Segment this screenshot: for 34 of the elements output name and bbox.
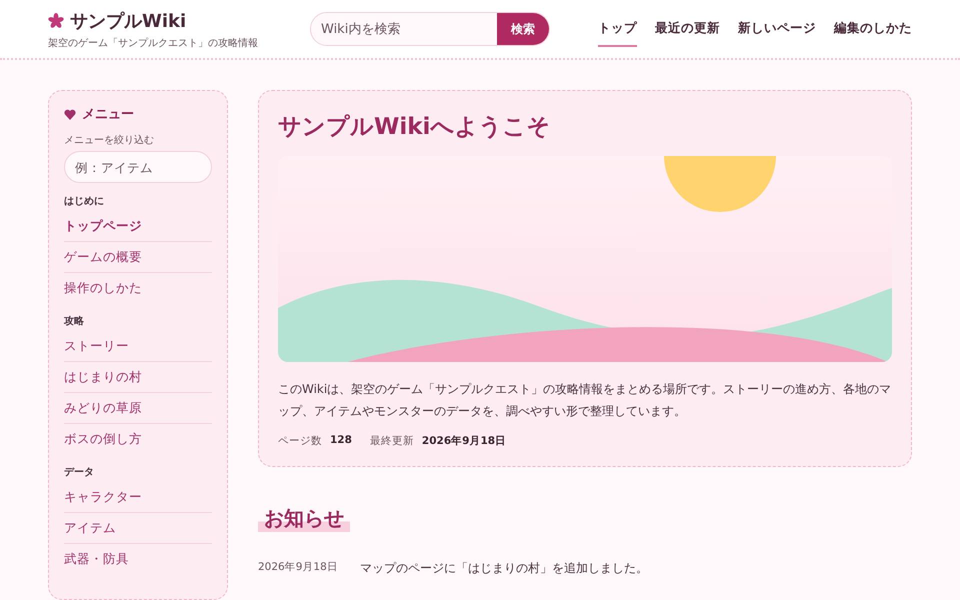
sidebar-item[interactable]: みどりの草原 <box>64 393 212 424</box>
sidebar-title: メニュー <box>82 106 134 123</box>
sidebar-item[interactable]: キャラクター <box>64 482 212 513</box>
sidebar-item[interactable]: ボスの倒し方 <box>64 424 212 454</box>
news-date: 2026年9月18日 <box>258 560 338 575</box>
stat-value: 2026年9月18日 <box>422 434 506 448</box>
welcome-text: このWikiは、架空のゲーム「サンプルクエスト」の攻略情報をまとめる場所です。ストーリーの進め方、各地のマップ、アイテムやモンスターのデータを、調べやすい形で整理しています。 <box>278 381 892 420</box>
sidebar-item[interactable]: アイテム <box>64 513 212 544</box>
nav-link[interactable]: 新しいページ <box>738 12 816 46</box>
section-heading: はじめに <box>64 195 105 208</box>
news-text: マップのページに「はじまりの村」を追加しました。 <box>360 560 648 577</box>
search-field[interactable]: Wiki内を検索 検索 <box>310 12 550 46</box>
flower-icon <box>48 12 64 28</box>
site-tagline: 架空のゲーム「サンプルクエスト」の攻略情報 <box>48 36 259 50</box>
filter-field[interactable]: 例：アイテム <box>64 151 212 183</box>
sidebar-item[interactable]: トップページ <box>64 211 212 242</box>
sidebar-item[interactable]: 操作のしかた <box>64 273 212 303</box>
stat-label: 最終更新 <box>370 434 414 448</box>
nav-link[interactable]: トップ <box>598 12 637 46</box>
nav-link[interactable]: 最近の更新 <box>655 12 720 46</box>
section-heading: データ <box>64 466 95 479</box>
heart-icon <box>64 108 76 120</box>
sidebar-item[interactable]: はじまりの村 <box>64 362 212 393</box>
sidebar-item[interactable]: ストーリー <box>64 331 212 362</box>
section-heading: 攻略 <box>64 314 85 328</box>
site-title: サンプルWiki <box>70 10 186 32</box>
stat-value: 128 <box>330 434 352 448</box>
sidebar-item[interactable]: 武器・防具 <box>64 544 212 574</box>
stat-label: ページ数 <box>278 434 322 448</box>
nav-link[interactable]: 編集のしかた <box>834 12 912 46</box>
welcome-title: サンプルWikiへようこそ <box>278 113 552 142</box>
sidebar-item[interactable]: ゲームの概要 <box>64 242 212 273</box>
filter-label: メニューを絞り込む <box>64 134 155 147</box>
search-button[interactable]: 検索 <box>497 13 549 45</box>
